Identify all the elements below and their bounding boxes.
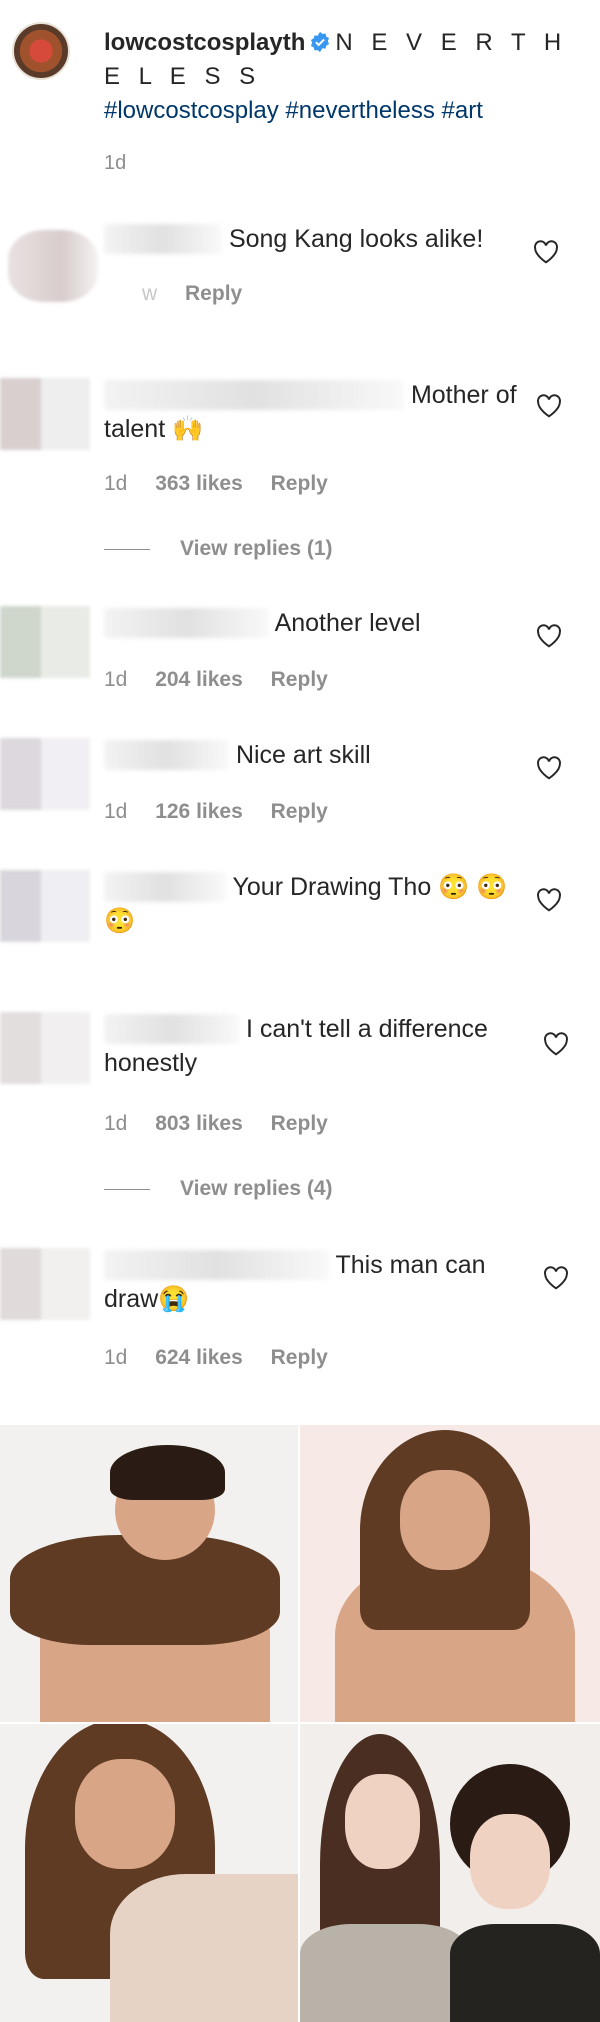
author-username[interactable]: lowcostcosplayth bbox=[104, 29, 305, 56]
commenter-avatar[interactable] bbox=[0, 1012, 90, 1084]
comment-text: Song Kang looks alike! bbox=[104, 222, 524, 256]
commenter-avatar[interactable] bbox=[8, 230, 98, 302]
heart-outline-icon[interactable] bbox=[536, 888, 562, 912]
comment-item: Mother of talent 🙌 1d 363 likes Reply Vi… bbox=[0, 372, 600, 572]
like-count[interactable]: 803 likes bbox=[155, 1112, 243, 1135]
face-left bbox=[345, 1774, 420, 1869]
commenter-avatar[interactable] bbox=[0, 378, 90, 450]
collage-photo-bottom-right bbox=[300, 1724, 600, 2022]
comment-time: 1d bbox=[104, 1346, 128, 1369]
commenter-avatar[interactable] bbox=[0, 1248, 90, 1320]
face bbox=[75, 1759, 175, 1869]
commenter-username[interactable] bbox=[104, 380, 404, 410]
verified-badge-icon bbox=[311, 31, 330, 53]
comment-item: I can't tell a difference honestly 1d 80… bbox=[0, 1012, 600, 1212]
comment-item: Another level 1d 204 likes Reply bbox=[0, 606, 600, 706]
comment-item: Song Kang looks alike! w Reply bbox=[0, 210, 600, 320]
comment-time: w bbox=[142, 282, 158, 305]
heart-outline-icon[interactable] bbox=[536, 624, 562, 648]
comment-text: I can't tell a difference honestly bbox=[104, 1014, 488, 1077]
commenter-avatar[interactable] bbox=[0, 738, 90, 810]
view-replies-button[interactable]: View replies (4) bbox=[104, 1177, 333, 1201]
face-right bbox=[470, 1814, 550, 1909]
comment-meta: 1d 363 likes Reply bbox=[104, 472, 350, 496]
heart-outline-icon[interactable] bbox=[543, 1266, 569, 1290]
commenter-username[interactable] bbox=[104, 224, 222, 254]
drawing-portrait bbox=[110, 1874, 298, 2022]
post-image-collage[interactable] bbox=[0, 1425, 600, 2022]
like-count[interactable]: 204 likes bbox=[155, 668, 243, 691]
comment-text: Mother of talent 🙌 bbox=[104, 380, 517, 443]
comment-meta: 1d 204 likes Reply bbox=[104, 668, 350, 692]
post-caption: lowcostcosplayth N E V E R T H E L E S S … bbox=[0, 0, 600, 190]
caption-time: 1d bbox=[104, 152, 127, 174]
reply-button[interactable]: Reply bbox=[271, 1346, 328, 1369]
collage-photo-top-right bbox=[300, 1425, 600, 1722]
comment-text: This man can draw😭 bbox=[104, 1250, 486, 1313]
reply-button[interactable]: Reply bbox=[271, 1112, 328, 1135]
like-count[interactable]: 126 likes bbox=[155, 800, 243, 823]
heart-outline-icon[interactable] bbox=[536, 756, 562, 780]
comment-item: This man can draw😭 1d 624 likes Reply bbox=[0, 1248, 600, 1388]
hair bbox=[110, 1445, 225, 1500]
collage-photo-top-left bbox=[0, 1425, 298, 1722]
heart-outline-icon[interactable] bbox=[536, 394, 562, 418]
comment-text: Another level bbox=[104, 606, 524, 640]
comment-time: 1d bbox=[104, 668, 128, 691]
author-avatar[interactable] bbox=[12, 22, 70, 80]
jacket-left bbox=[300, 1924, 470, 2022]
like-count[interactable]: 624 likes bbox=[155, 1346, 243, 1369]
jacket-right bbox=[450, 1924, 600, 2022]
comment-text: Your Drawing Tho 😳 😳😳 bbox=[104, 872, 508, 935]
like-count[interactable]: 363 likes bbox=[155, 472, 243, 495]
caption-text: lowcostcosplayth N E V E R T H E L E S S … bbox=[104, 26, 574, 128]
reply-button[interactable]: Reply bbox=[271, 472, 328, 495]
comment-item: Your Drawing Tho 😳 😳😳 bbox=[0, 870, 600, 960]
heart-outline-icon[interactable] bbox=[533, 240, 559, 264]
collage-photo-bottom-left bbox=[0, 1724, 298, 2022]
comment-item: Nice art skill 1d 126 likes Reply bbox=[0, 738, 600, 838]
comment-meta: w Reply bbox=[104, 282, 264, 306]
heart-outline-icon[interactable] bbox=[543, 1032, 569, 1056]
commenter-username[interactable] bbox=[104, 1250, 329, 1280]
commenter-username[interactable] bbox=[104, 872, 226, 902]
commenter-username[interactable] bbox=[104, 740, 229, 770]
comment-meta: 1d 126 likes Reply bbox=[104, 800, 350, 824]
comment-text: Nice art skill bbox=[104, 738, 524, 772]
comment-time: 1d bbox=[104, 472, 128, 495]
reply-button[interactable]: Reply bbox=[271, 668, 328, 691]
commenter-username[interactable] bbox=[104, 1014, 239, 1044]
comment-time: 1d bbox=[104, 800, 128, 823]
divider bbox=[104, 548, 150, 550]
caption-hashtags[interactable]: #lowcostcosplay #nevertheless #art bbox=[104, 94, 574, 128]
comment-meta: 1d 803 likes Reply bbox=[104, 1112, 350, 1136]
face bbox=[400, 1470, 490, 1570]
commenter-avatar[interactable] bbox=[0, 606, 90, 678]
reply-button[interactable]: Reply bbox=[185, 282, 242, 305]
reply-button[interactable]: Reply bbox=[271, 800, 328, 823]
comment-meta: 1d 624 likes Reply bbox=[104, 1346, 350, 1370]
commenter-avatar[interactable] bbox=[0, 870, 90, 942]
divider bbox=[104, 1188, 150, 1190]
view-replies-button[interactable]: View replies (1) bbox=[104, 537, 333, 561]
commenter-username[interactable] bbox=[104, 608, 269, 638]
comment-time: 1d bbox=[104, 1112, 128, 1135]
